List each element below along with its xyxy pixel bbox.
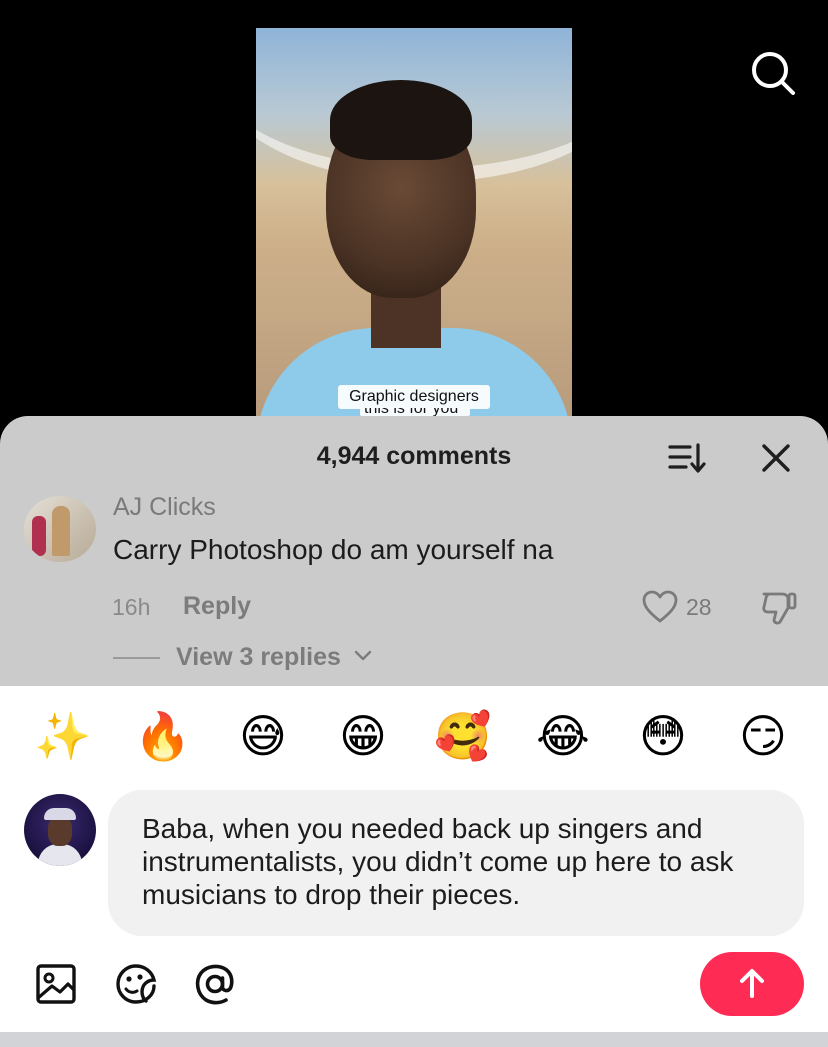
comment-timestamp: 16h (112, 594, 151, 620)
search-icon (752, 52, 795, 95)
emoji-sweat-smile[interactable]: 😅 (233, 706, 293, 766)
image-icon (36, 964, 76, 1004)
reply-button[interactable]: Reply (183, 592, 251, 621)
heart-icon (642, 590, 678, 623)
emoji-smirk[interactable]: 😏 (733, 706, 793, 766)
avatar-cap (44, 808, 76, 820)
comments-sheet: 4,944 comments AJ Clicks Carry Photoshop… (0, 416, 828, 686)
emoji-fire[interactable]: 🔥 (133, 706, 193, 766)
arrow-up-icon (740, 969, 764, 998)
sort-comments-button[interactable] (668, 442, 708, 474)
search-button[interactable] (748, 48, 798, 98)
close-icon (762, 444, 790, 472)
like-comment-button[interactable] (642, 590, 678, 624)
chevron-down-icon (354, 650, 372, 661)
comment-text: Carry Photoshop do am yourself na (113, 534, 554, 565)
thumbs-down-icon (762, 592, 797, 625)
emoji-grin[interactable]: 😁 (333, 706, 393, 766)
send-button[interactable] (700, 952, 804, 1016)
sort-icon (668, 443, 706, 473)
avatar-figure (52, 506, 70, 556)
image-button[interactable] (34, 962, 78, 1006)
comment-input[interactable]: Baba, when you needed back up singers an… (108, 790, 804, 936)
mention-button[interactable] (193, 962, 237, 1006)
avatar-body (38, 844, 82, 866)
sticker-face-icon (116, 964, 157, 1004)
dislike-comment-button[interactable] (760, 590, 798, 626)
quick-emoji-bar: ✨ 🔥 😅 😁 🥰 😂 😳 😏 (0, 706, 828, 766)
sticker-button[interactable] (114, 962, 158, 1006)
view-replies-button[interactable]: View 3 replies (176, 643, 341, 672)
at-sign-icon (195, 964, 234, 1005)
video-caption: Graphic designers (338, 385, 490, 409)
avatar-face (48, 816, 72, 846)
close-comments-button[interactable] (758, 440, 794, 476)
video-person-hair (330, 80, 472, 160)
replies-divider (113, 657, 160, 659)
comment-composer: ✨ 🔥 😅 😁 🥰 😂 😳 😏 Baba, when you needed ba… (0, 686, 828, 1032)
comment-input-text: Baba, when you needed back up singers an… (142, 813, 734, 910)
like-count: 28 (686, 594, 712, 620)
avatar-figure (32, 516, 46, 556)
comment-avatar[interactable] (24, 496, 96, 562)
emoji-sparkles[interactable]: ✨ (33, 706, 93, 766)
comment-username[interactable]: AJ Clicks (113, 493, 216, 522)
video-caption-line2-text: this is for you (364, 408, 458, 416)
video-player[interactable] (256, 28, 572, 420)
current-user-avatar (24, 794, 96, 866)
keyboard-edge (0, 1032, 828, 1047)
emoji-flushed[interactable]: 😳 (633, 706, 693, 766)
emoji-joy[interactable]: 😂 (533, 706, 593, 766)
emoji-smiling-hearts[interactable]: 🥰 (433, 706, 493, 766)
video-caption-line2: this is for you (360, 408, 470, 416)
